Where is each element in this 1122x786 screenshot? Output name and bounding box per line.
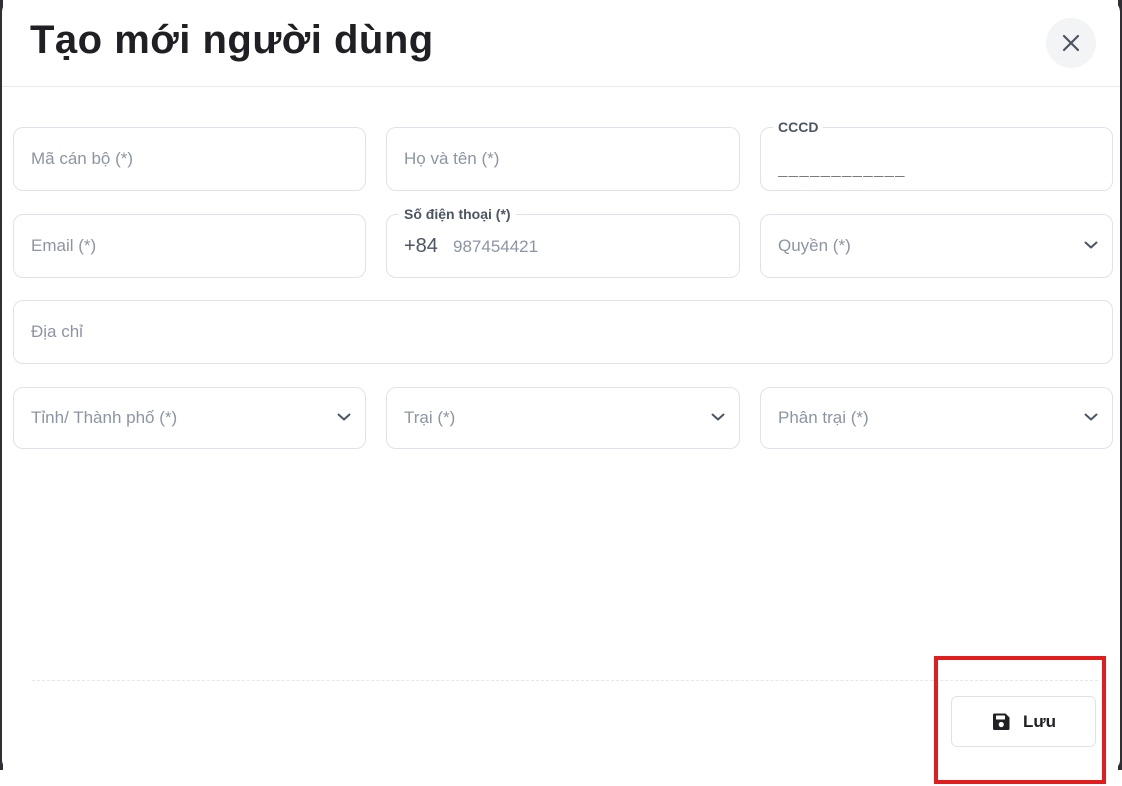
province-select[interactable] (13, 387, 366, 449)
phone-input[interactable] (451, 215, 719, 279)
sub-camp-select-input[interactable] (778, 388, 1072, 448)
chevron-down-icon (1084, 241, 1098, 249)
id-card-mask[interactable]: ____________ (778, 158, 906, 177)
province-select-input[interactable] (31, 388, 325, 448)
full-name-field[interactable] (386, 127, 740, 191)
phone-field[interactable]: Số điện thoại (*) +84 (386, 206, 740, 279)
email-field[interactable] (13, 214, 366, 278)
camp-select-input[interactable] (404, 388, 699, 448)
role-select-input[interactable] (778, 215, 1072, 277)
staff-code-input[interactable] (31, 128, 325, 190)
save-button-label: Lưu (1022, 711, 1057, 731)
address-input[interactable] (31, 301, 1072, 363)
full-name-input[interactable] (404, 128, 699, 190)
email-input[interactable] (31, 215, 325, 277)
address-field[interactable] (13, 300, 1113, 364)
sub-camp-select[interactable] (760, 387, 1113, 449)
id-card-label: CCCD (773, 119, 824, 135)
close-icon (1062, 34, 1080, 52)
save-button[interactable]: Lưu (951, 696, 1096, 747)
camp-select[interactable] (386, 387, 740, 449)
id-card-field[interactable]: CCCD ____________ (760, 119, 1113, 191)
create-user-dialog: Tạo mới người dùng CCCD ____________ Số … (2, 0, 1120, 770)
dialog-header: Tạo mới người dùng (2, 0, 1120, 87)
chevron-down-icon (711, 413, 725, 421)
chevron-down-icon (1084, 413, 1098, 421)
close-button[interactable] (1046, 18, 1096, 68)
phone-country-code: +84 (404, 234, 438, 257)
role-select[interactable] (760, 214, 1113, 278)
dialog-title: Tạo mới người dùng (30, 18, 434, 62)
floppy-disk-icon (992, 713, 1010, 730)
footer-divider (32, 680, 1098, 681)
staff-code-field[interactable] (13, 127, 366, 191)
chevron-down-icon (337, 413, 351, 421)
